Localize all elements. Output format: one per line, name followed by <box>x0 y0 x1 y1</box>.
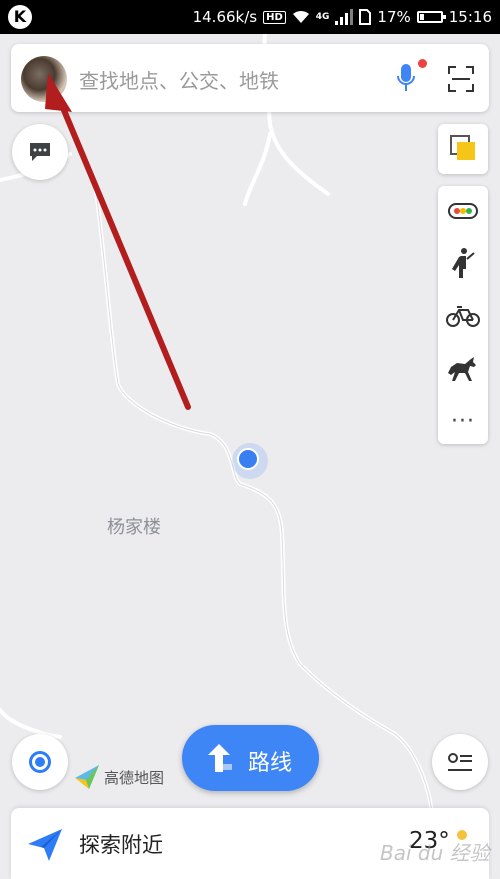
map-tools-panel: ··· <box>438 186 488 444</box>
search-bar[interactable]: 查找地点、公交、地铁 <box>11 44 489 112</box>
status-bar: K 14.66k/s HD 4G 17% 15:16 <box>0 0 500 34</box>
sim-icon <box>359 9 372 25</box>
horse-button[interactable] <box>438 344 488 394</box>
wifi-icon <box>292 10 309 23</box>
route-button[interactable]: 路线 <box>182 725 319 791</box>
network-speed: 14.66k/s <box>192 8 258 26</box>
battery-icon <box>416 11 446 23</box>
list-button[interactable] <box>432 734 488 790</box>
amap-logo-icon <box>75 765 99 789</box>
battery-percent: 17% <box>377 8 411 26</box>
bike-icon <box>446 306 480 327</box>
map-place-label[interactable]: 杨家楼 <box>107 513 161 539</box>
more-icon: ··· <box>451 408 475 434</box>
signal-icon <box>335 9 354 25</box>
current-location-dot[interactable] <box>237 448 259 470</box>
layers-button[interactable] <box>438 124 488 174</box>
app-logo-icon: K <box>8 5 32 29</box>
avatar[interactable] <box>21 56 67 102</box>
navigation-icon <box>28 829 62 861</box>
watermark: Bai du 经验 <box>380 841 490 865</box>
mic-icon[interactable] <box>395 62 417 94</box>
search-input[interactable]: 查找地点、公交、地铁 <box>79 65 279 94</box>
explore-nearby-label: 探索附近 <box>79 833 163 857</box>
net-type: 4G <box>315 12 330 22</box>
status-bar-right: 14.66k/s HD 4G 17% 15:16 <box>193 0 492 34</box>
traffic-button[interactable] <box>438 186 488 236</box>
scan-icon[interactable] <box>448 66 474 92</box>
horse-icon <box>448 357 476 381</box>
locate-button[interactable] <box>12 734 68 790</box>
more-button[interactable]: ··· <box>438 396 488 446</box>
clock: 15:16 <box>448 8 492 26</box>
route-button-label: 路线 <box>248 751 293 776</box>
message-icon <box>30 143 50 161</box>
hd-badge: HD <box>263 10 286 24</box>
walk-icon <box>452 248 475 278</box>
bike-button[interactable] <box>438 291 488 341</box>
brand-name: 高德地图 <box>104 769 165 787</box>
traffic-icon <box>448 203 478 219</box>
layers-icon <box>450 135 475 160</box>
mic-notification-dot <box>418 59 427 68</box>
list-icon <box>448 753 472 771</box>
message-button[interactable] <box>12 124 68 180</box>
walk-button[interactable] <box>438 238 488 288</box>
route-arrow-icon <box>208 744 232 772</box>
